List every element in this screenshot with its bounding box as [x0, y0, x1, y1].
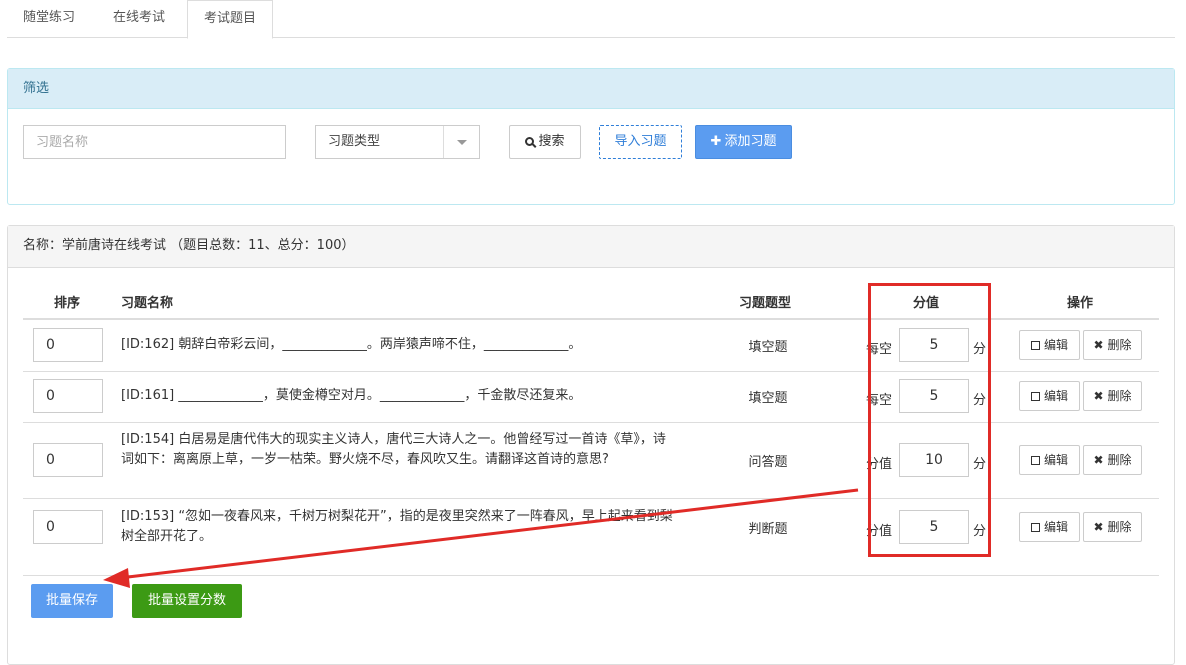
annotation-arrow-icon [103, 488, 859, 588]
